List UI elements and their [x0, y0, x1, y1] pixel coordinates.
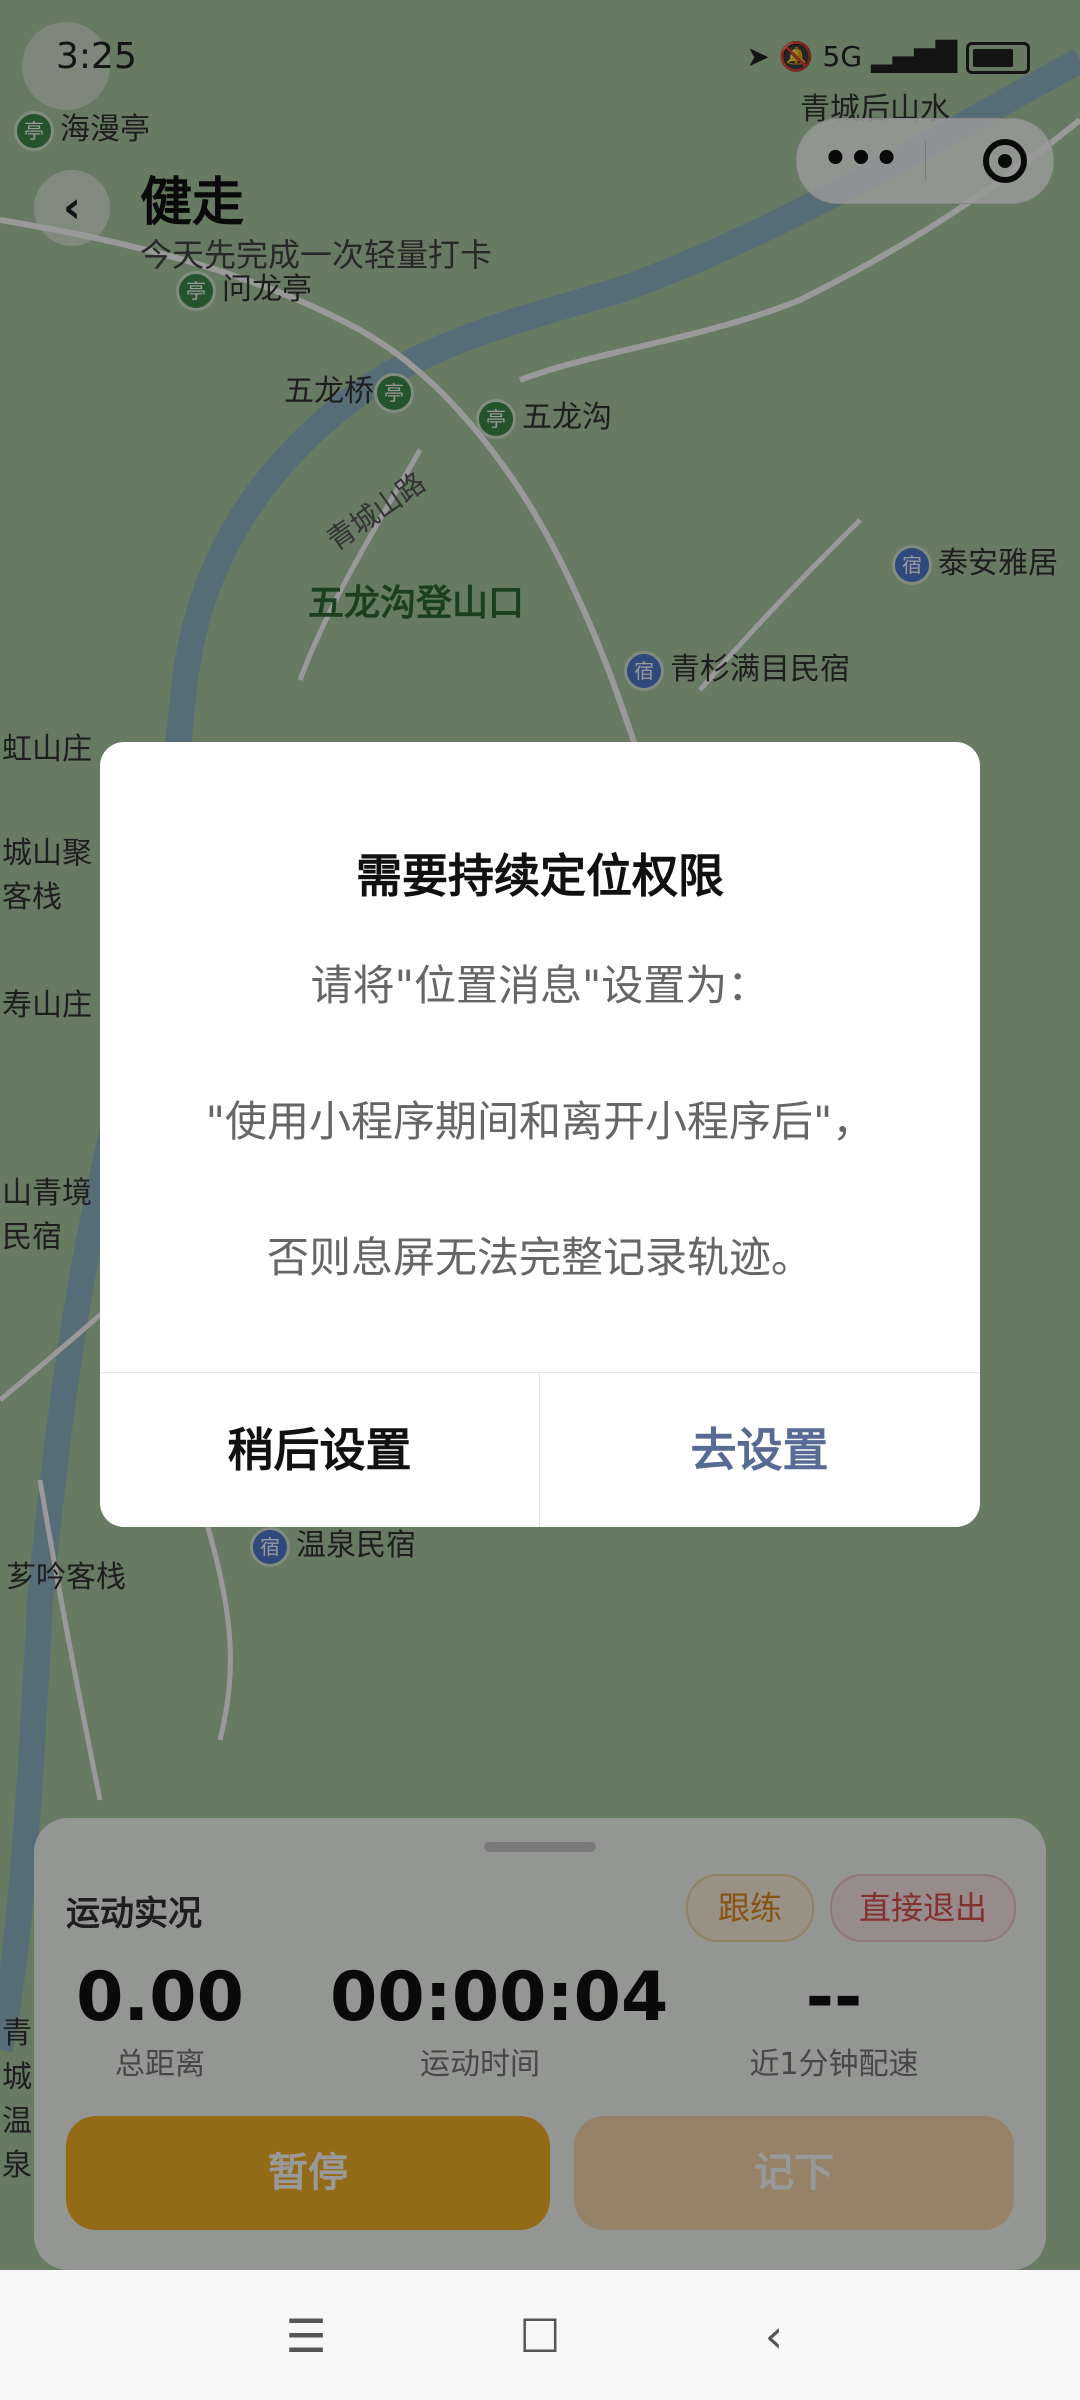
dialog-title: 需要持续定位权限 — [356, 849, 724, 903]
home-icon[interactable]: ☐ — [510, 2306, 570, 2366]
later-button[interactable]: 稍后设置 — [100, 1373, 539, 1527]
system-nav-bar: ☰ ☐ ‹ — [0, 2270, 1080, 2400]
dialog-message-line: "使用小程序期间和离开小程序后"， — [205, 1097, 875, 1146]
menu-icon[interactable]: ☰ — [276, 2306, 336, 2366]
dialog-message-line: 请将"位置消息"设置为： — [310, 961, 770, 1010]
dialog-message-line: 否则息屏无法完整记录轨迹。 — [266, 1233, 813, 1282]
go-settings-button[interactable]: 去设置 — [540, 1373, 979, 1527]
back-icon[interactable]: ‹ — [744, 2306, 804, 2366]
permission-dialog: 需要持续定位权限 请将"位置消息"设置为： "使用小程序期间和离开小程序后"， … — [100, 742, 980, 1527]
